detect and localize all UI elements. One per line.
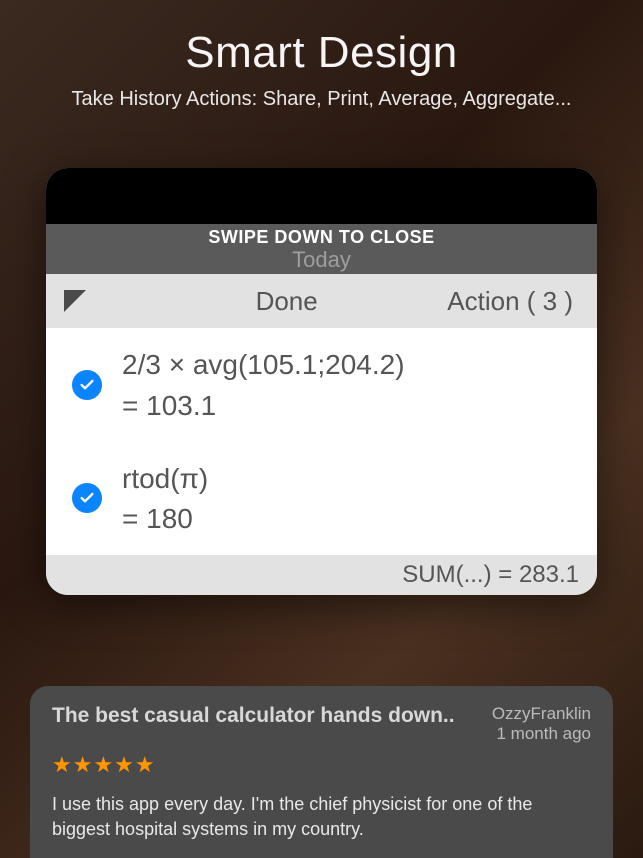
swipe-label: SWIPE DOWN TO CLOSE xyxy=(46,227,597,248)
review-title: The best casual calculator hands down.. xyxy=(52,704,488,728)
history-card: SWIPE DOWN TO CLOSE Today Done Action ( … xyxy=(46,168,597,595)
action-button[interactable]: Action ( 3 ) xyxy=(447,286,573,317)
hero-section: Smart Design Take History Actions: Share… xyxy=(0,0,643,111)
expression-text: 2/3 × avg(105.1;204.2) xyxy=(122,348,405,382)
result-text: = 103.1 xyxy=(122,390,405,422)
dropdown-triangle-icon[interactable] xyxy=(64,290,86,312)
review-body: I use this app every day. I'm the chief … xyxy=(52,792,591,842)
list-item[interactable]: rtod(π) = 180 xyxy=(46,442,597,556)
expression-text: rtod(π) xyxy=(122,462,208,496)
history-toolbar: Done Action ( 3 ) xyxy=(46,274,597,328)
review-author: OzzyFranklin xyxy=(492,704,591,724)
review-card: The best casual calculator hands down.. … xyxy=(30,686,613,858)
swipe-handle[interactable]: SWIPE DOWN TO CLOSE Today xyxy=(46,224,597,274)
card-header-bar xyxy=(46,168,597,224)
sum-row: SUM(...) = 283.1 xyxy=(46,555,597,595)
review-meta: OzzyFranklin 1 month ago xyxy=(492,704,591,744)
history-list: 2/3 × avg(105.1;204.2) = 103.1 rtod(π) =… xyxy=(46,328,597,555)
calc-block: rtod(π) = 180 xyxy=(122,462,208,536)
day-label: Today xyxy=(46,247,597,273)
hero-title: Smart Design xyxy=(0,28,643,78)
review-date: 1 month ago xyxy=(492,724,591,744)
result-text: = 180 xyxy=(122,503,208,535)
hero-subtitle: Take History Actions: Share, Print, Aver… xyxy=(0,88,643,111)
checkmark-icon[interactable] xyxy=(72,483,102,513)
review-header: The best casual calculator hands down.. … xyxy=(52,704,591,744)
list-item[interactable]: 2/3 × avg(105.1;204.2) = 103.1 xyxy=(46,328,597,442)
done-button[interactable]: Done xyxy=(126,286,447,317)
checkmark-icon[interactable] xyxy=(72,370,102,400)
star-rating: ★★★★★ xyxy=(52,752,591,778)
calc-block: 2/3 × avg(105.1;204.2) = 103.1 xyxy=(122,348,405,422)
